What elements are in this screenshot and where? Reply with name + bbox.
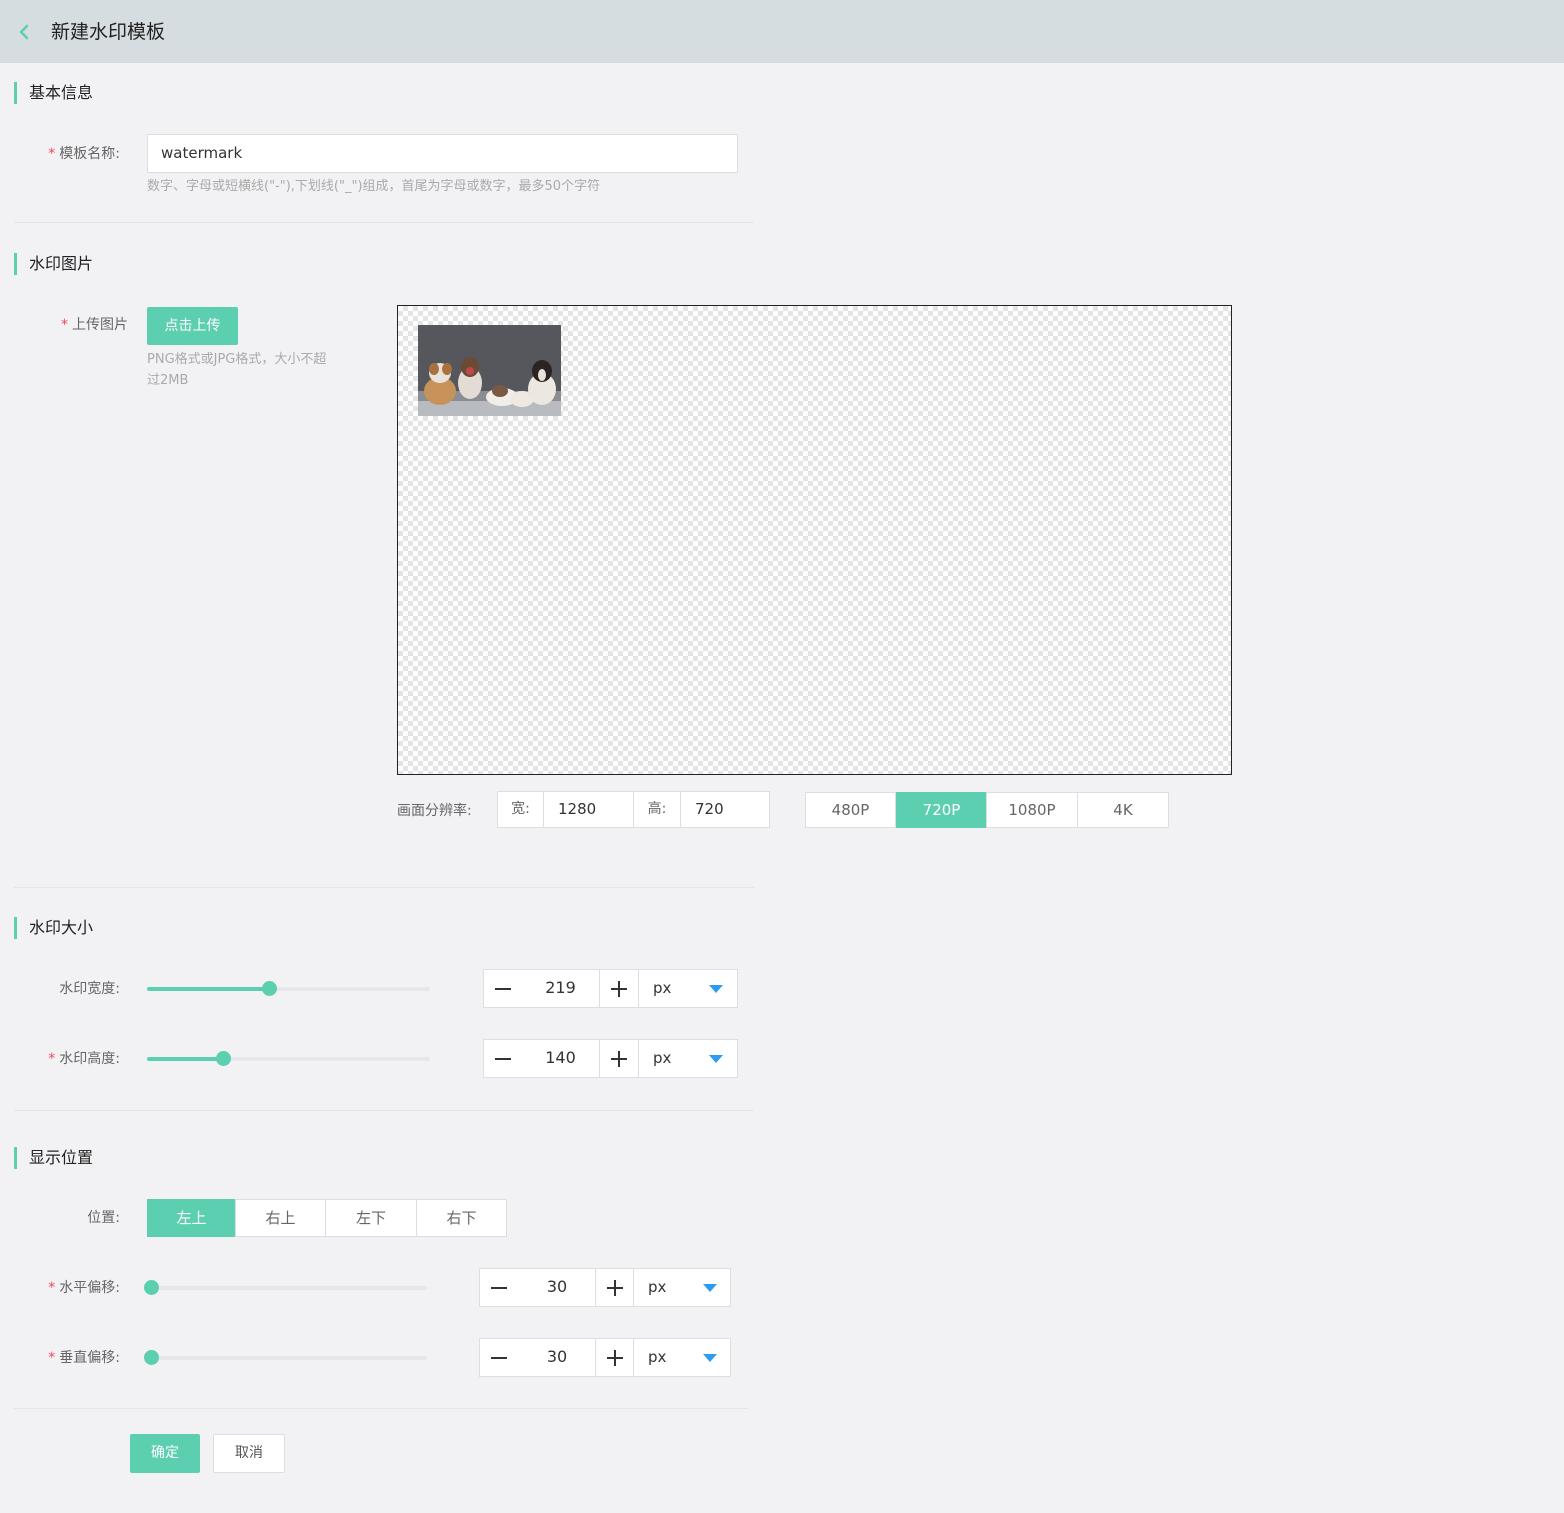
watermark-height-label: * 水印高度: [48,1051,120,1067]
unit-value: px [653,979,672,997]
vertical-offset-slider[interactable] [147,1356,427,1360]
watermark-width-minus-button[interactable] [483,969,522,1008]
watermark-height-unit-select[interactable]: px [638,1039,738,1078]
plus-icon [611,981,627,997]
preset-1080p[interactable]: 1080P [986,792,1078,828]
plus-icon [607,1350,623,1366]
watermark-width-label: 水印宽度: [59,981,120,997]
upload-hint-line1: PNG格式或JPG格式，大小不超 [147,352,327,367]
horizontal-offset-slider[interactable] [147,1286,427,1290]
watermark-height-minus-button[interactable] [483,1039,522,1078]
section-title-basic: 基本信息 [29,83,94,102]
section-title-position: 显示位置 [29,1148,94,1167]
position-bottom-left[interactable]: 左下 [325,1199,417,1237]
upload-button[interactable]: 点击上传 [147,307,238,345]
upload-image-label: * 上传图片 [61,317,128,333]
watermark-height-input[interactable]: 140 [521,1039,600,1078]
minus-icon [495,1058,511,1060]
plus-icon [611,1051,627,1067]
position-bottom-right[interactable]: 右下 [416,1199,507,1237]
horizontal-offset-minus-button[interactable] [479,1268,519,1307]
chevron-down-icon [709,1055,723,1063]
horizontal-offset-label: * 水平偏移: [48,1280,120,1296]
vertical-offset-unit-select[interactable]: px [633,1338,731,1377]
watermark-height-slider[interactable] [147,1057,430,1061]
preset-4k[interactable]: 4K [1077,792,1169,828]
divider [14,222,754,223]
horizontal-offset-plus-button[interactable] [595,1268,634,1307]
watermark-height-slider-fill [147,1057,224,1061]
watermark-width-input[interactable]: 219 [521,969,600,1008]
watermark-width-slider-handle[interactable] [261,981,277,996]
template-name-input[interactable]: watermark [147,134,738,173]
plus-icon [607,1280,623,1296]
watermark-width-slider-fill [147,987,269,991]
minus-icon [491,1287,507,1289]
divider [14,887,754,888]
resolution-height-input[interactable]: 720 [680,791,770,828]
resolution-label: 画面分辨率: [397,803,472,819]
vertical-offset-minus-button[interactable] [479,1338,519,1377]
chevron-down-icon [703,1284,717,1292]
horizontal-offset-unit-select[interactable]: px [633,1268,731,1307]
vertical-offset-slider-handle[interactable] [144,1350,159,1365]
chevron-down-icon [703,1354,717,1362]
watermark-width-unit-select[interactable]: px [638,969,738,1008]
horizontal-offset-slider-handle[interactable] [144,1280,159,1295]
top-bar [0,0,1564,63]
divider [14,1408,748,1409]
vertical-offset-input[interactable]: 30 [518,1338,596,1377]
unit-value: px [653,1049,672,1067]
watermark-image-puppies[interactable] [418,325,561,416]
minus-icon [491,1357,507,1359]
page-title: 新建水印模板 [51,21,166,43]
divider [14,1110,754,1111]
confirm-button[interactable]: 确定 [130,1434,200,1473]
watermark-width-plus-button[interactable] [599,969,639,1008]
resolution-width-label: 宽: [497,791,544,828]
position-label: 位置: [87,1210,120,1226]
resolution-height-label: 高: [633,791,681,828]
upload-hint-line2: 过2MB [147,373,189,388]
unit-value: px [648,1348,667,1366]
chevron-down-icon [709,985,723,993]
template-name-label: * 模板名称: [48,146,120,162]
back-arrow-icon[interactable] [14,20,34,44]
cancel-button[interactable]: 取消 [213,1434,285,1473]
watermark-width-slider[interactable] [147,987,430,991]
watermark-height-plus-button[interactable] [599,1039,639,1078]
watermark-height-slider-handle[interactable] [216,1051,232,1066]
section-title-image: 水印图片 [29,254,94,273]
horizontal-offset-input[interactable]: 30 [518,1268,596,1307]
template-name-hint: 数字、字母或短横线("-"),下划线("_")组成，首尾为字母或数字，最多50个… [147,179,601,194]
unit-value: px [648,1278,667,1296]
position-top-left[interactable]: 左上 [147,1199,236,1237]
minus-icon [495,988,511,990]
vertical-offset-plus-button[interactable] [595,1338,634,1377]
preset-720p[interactable]: 720P [896,792,987,828]
section-title-size: 水印大小 [29,918,94,937]
position-top-right[interactable]: 右上 [235,1199,326,1237]
resolution-width-input[interactable]: 1280 [543,791,634,828]
vertical-offset-label: * 垂直偏移: [48,1350,120,1366]
preset-480p[interactable]: 480P [805,792,896,828]
